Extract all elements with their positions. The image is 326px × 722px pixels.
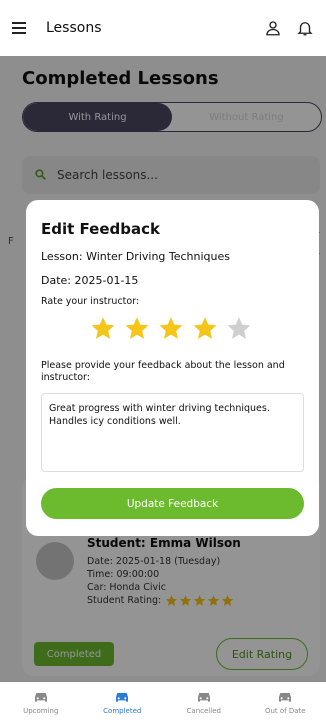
star-icon[interactable]: [192, 315, 218, 341]
star-icon[interactable]: [158, 315, 184, 341]
car-icon: [116, 692, 129, 702]
menu-icon[interactable]: [12, 16, 36, 40]
star-icon[interactable]: [226, 315, 252, 341]
tab-completed[interactable]: Completed: [82, 682, 164, 722]
star-icon[interactable]: [124, 315, 150, 341]
feedback-prompt: Please provide your feedback about the l…: [41, 360, 285, 383]
rate-label: Rate your instructor:: [41, 296, 140, 307]
instructor-rating-stars: [90, 315, 252, 341]
star-icon[interactable]: [90, 315, 116, 341]
lesson-date: Date: 2025-01-15: [41, 274, 139, 287]
bell-icon[interactable]: [296, 19, 314, 37]
page-title: Lessons: [46, 20, 102, 36]
update-feedback-button[interactable]: Update Feedback: [41, 488, 304, 519]
tab-label: Completed: [103, 706, 142, 715]
tab-label: Cancelled: [186, 706, 221, 715]
tab-cancelled[interactable]: Cancelled: [163, 682, 245, 722]
top-bar: Lessons: [0, 0, 326, 56]
header-actions: [264, 19, 314, 37]
tab-out-of-date[interactable]: Out of Date: [245, 682, 326, 722]
dialog-title: Edit Feedback: [41, 220, 160, 238]
car-icon: [34, 692, 47, 702]
bottom-nav: Upcoming Completed Cancelled Out of Date: [0, 682, 326, 722]
user-icon[interactable]: [264, 19, 282, 37]
tab-upcoming[interactable]: Upcoming: [0, 682, 82, 722]
feedback-textarea[interactable]: Great progress with winter driving techn…: [41, 393, 304, 472]
edit-feedback-dialog: Edit Feedback Lesson: Winter Driving Tec…: [26, 200, 319, 536]
car-icon: [197, 692, 210, 702]
tab-label: Upcoming: [23, 706, 59, 715]
lesson-name: Lesson: Winter Driving Techniques: [41, 250, 231, 263]
car-icon: [279, 692, 292, 702]
tab-label: Out of Date: [264, 706, 306, 715]
